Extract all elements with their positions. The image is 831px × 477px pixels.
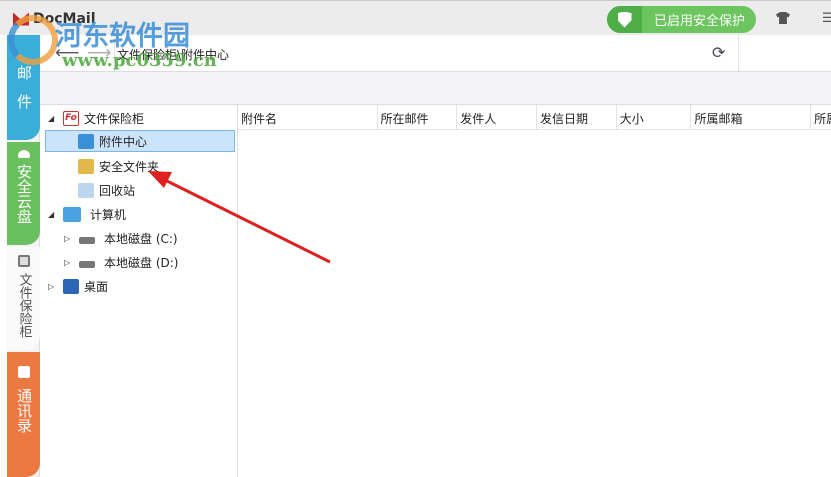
red-annotation-arrow [148,171,331,264]
arrow-line [164,178,331,264]
arrow-head [148,171,172,188]
